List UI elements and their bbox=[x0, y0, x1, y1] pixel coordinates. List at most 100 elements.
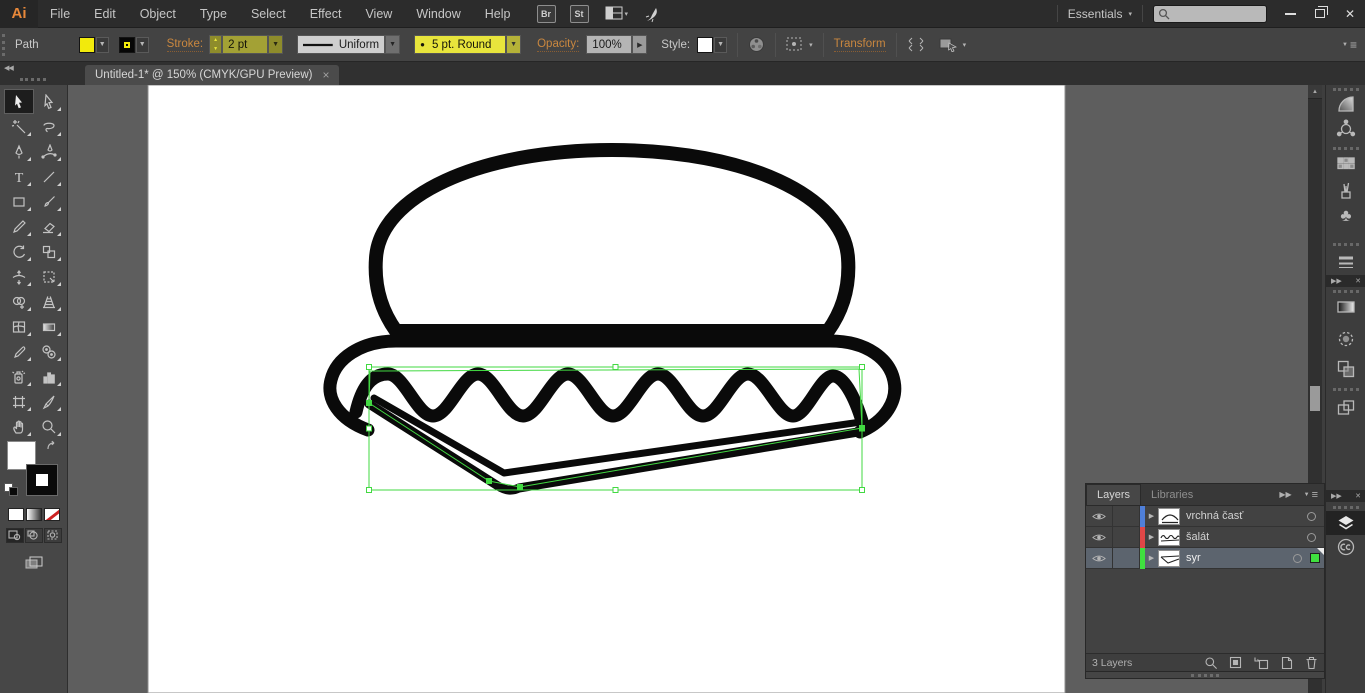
scale-tool[interactable] bbox=[34, 239, 64, 264]
collapse-panel-icon[interactable]: ▶▶ bbox=[1273, 484, 1297, 505]
tab-libraries[interactable]: Libraries bbox=[1141, 484, 1203, 505]
layer-thumbnail[interactable] bbox=[1158, 529, 1180, 546]
brushes-panel-icon[interactable] bbox=[1326, 180, 1365, 202]
target-circle[interactable] bbox=[1293, 554, 1302, 563]
stroke-dropdown[interactable]: ▼ bbox=[136, 37, 149, 53]
paintbrush-tool[interactable] bbox=[34, 189, 64, 214]
panel-menu-icon[interactable]: ▼ ≡ bbox=[1298, 484, 1324, 505]
target-circle[interactable] bbox=[1307, 533, 1316, 542]
stroke-panel-icon[interactable] bbox=[1326, 252, 1365, 272]
visibility-toggle[interactable] bbox=[1086, 527, 1113, 548]
dock-collapse-bar[interactable]: ▶▶ ✕ bbox=[1326, 490, 1365, 502]
visibility-toggle[interactable] bbox=[1086, 506, 1113, 527]
collapse-tooldock-icon[interactable]: ◀◀ bbox=[4, 64, 13, 72]
curvature-tool[interactable] bbox=[34, 139, 64, 164]
type-tool[interactable]: T bbox=[4, 164, 34, 189]
draw-normal-button[interactable] bbox=[6, 528, 24, 543]
stroke-chip[interactable] bbox=[27, 465, 57, 495]
stroke-panel-link[interactable]: Stroke: bbox=[167, 38, 203, 52]
none-button[interactable] bbox=[44, 508, 60, 521]
blend-tool[interactable] bbox=[34, 339, 64, 364]
make-clipping-mask-icon[interactable] bbox=[1229, 656, 1243, 670]
perspective-grid-tool[interactable] bbox=[34, 289, 64, 314]
dock-grip[interactable] bbox=[1333, 147, 1359, 150]
hand-tool[interactable] bbox=[4, 414, 34, 439]
select-similar-button[interactable]: ▾ bbox=[786, 37, 813, 52]
tab-close-icon[interactable]: × bbox=[322, 68, 329, 82]
color-guide-panel-icon[interactable] bbox=[1326, 118, 1365, 140]
tooldock-grip[interactable] bbox=[20, 78, 46, 81]
stroke-color-swatch[interactable] bbox=[119, 37, 135, 53]
artboards-panel-icon[interactable] bbox=[1326, 396, 1365, 420]
eyedropper-tool[interactable] bbox=[4, 339, 34, 364]
lock-toggle[interactable] bbox=[1113, 527, 1140, 548]
new-sublayer-icon[interactable] bbox=[1254, 656, 1269, 670]
lock-toggle[interactable] bbox=[1113, 506, 1140, 527]
stepper-down-icon[interactable]: ▼ bbox=[210, 45, 221, 54]
shape-builder-tool[interactable] bbox=[4, 289, 34, 314]
isolate-object-icon[interactable]: ▾ bbox=[939, 37, 967, 52]
menu-window[interactable]: Window bbox=[404, 0, 472, 28]
gradient-button[interactable] bbox=[26, 508, 42, 521]
lock-toggle[interactable] bbox=[1113, 548, 1140, 569]
stroke-weight-field[interactable]: 2 pt bbox=[222, 35, 268, 54]
artboard-tool[interactable] bbox=[4, 389, 34, 414]
slice-tool[interactable] bbox=[34, 389, 64, 414]
control-panel-menu[interactable]: ▼ ≡ bbox=[1342, 38, 1357, 52]
layer-name[interactable]: vrchná časť bbox=[1186, 510, 1307, 522]
layer-thumbnail[interactable] bbox=[1158, 508, 1180, 525]
expand-layer-icon[interactable]: ▶ bbox=[1145, 512, 1158, 520]
opacity-arrow[interactable]: ▶ bbox=[632, 35, 647, 54]
menu-object[interactable]: Object bbox=[128, 0, 188, 28]
minimize-button[interactable] bbox=[1275, 1, 1305, 27]
stroke-weight-dropdown[interactable]: ▼ bbox=[268, 35, 283, 54]
free-transform-tool[interactable] bbox=[34, 264, 64, 289]
selection-tool[interactable] bbox=[4, 89, 34, 114]
symbol-sprayer-tool[interactable] bbox=[4, 364, 34, 389]
workspace-switcher[interactable]: Essentials ▾ bbox=[1068, 7, 1132, 21]
width-tool[interactable] bbox=[4, 264, 34, 289]
close-dock-icon[interactable]: ✕ bbox=[1355, 492, 1361, 500]
menu-edit[interactable]: Edit bbox=[82, 0, 128, 28]
zoom-tool[interactable] bbox=[34, 414, 64, 439]
menu-file[interactable]: File bbox=[38, 0, 82, 28]
color-button[interactable] bbox=[8, 508, 24, 521]
swap-fill-stroke-icon[interactable] bbox=[46, 440, 60, 455]
expand-layer-icon[interactable]: ▶ bbox=[1145, 554, 1158, 562]
menu-view[interactable]: View bbox=[353, 0, 404, 28]
arrange-documents-button[interactable]: ▾ bbox=[605, 6, 629, 21]
expand-dock-icon[interactable]: ▶▶ bbox=[1331, 492, 1342, 500]
line-segment-tool[interactable] bbox=[34, 164, 64, 189]
layers-panel-resize-grip[interactable] bbox=[1085, 672, 1325, 679]
width-profile-field[interactable]: Uniform bbox=[297, 35, 385, 54]
style-dropdown[interactable]: ▼ bbox=[714, 37, 727, 53]
expand-dock-icon[interactable]: ▶▶ bbox=[1331, 277, 1342, 285]
layer-name[interactable]: syr bbox=[1186, 552, 1293, 564]
opacity-field[interactable]: 100% bbox=[586, 35, 632, 54]
close-dock-icon[interactable]: ✕ bbox=[1355, 277, 1361, 285]
layer-row-salat[interactable]: ▶ šalát bbox=[1086, 527, 1324, 548]
brush-definition-field[interactable]: ● 5 pt. Round bbox=[414, 35, 506, 54]
pencil-tool[interactable] bbox=[4, 214, 34, 239]
new-layer-icon[interactable] bbox=[1280, 656, 1294, 670]
scroll-up-icon[interactable]: ▲ bbox=[1308, 85, 1322, 99]
locate-object-icon[interactable] bbox=[1204, 656, 1218, 670]
dock-grip[interactable] bbox=[1333, 388, 1359, 391]
target-circle[interactable] bbox=[1307, 512, 1316, 521]
layer-name[interactable]: šalát bbox=[1186, 531, 1307, 543]
mesh-tool[interactable] bbox=[4, 314, 34, 339]
pen-tool[interactable] bbox=[4, 139, 34, 164]
dock-grip[interactable] bbox=[1333, 290, 1359, 293]
bridge-button[interactable]: Br bbox=[537, 5, 556, 23]
fill-dropdown[interactable]: ▼ bbox=[96, 37, 109, 53]
menu-select[interactable]: Select bbox=[239, 0, 298, 28]
menu-help[interactable]: Help bbox=[473, 0, 523, 28]
graphic-style-swatch[interactable] bbox=[697, 37, 713, 53]
brush-dropdown[interactable]: ▼ bbox=[506, 35, 521, 54]
menu-type[interactable]: Type bbox=[188, 0, 239, 28]
layer-row-vrchna-cast[interactable]: ▶ vrchná časť bbox=[1086, 506, 1324, 527]
scrollbar-thumb[interactable] bbox=[1310, 386, 1320, 411]
document-tab[interactable]: Untitled-1* @ 150% (CMYK/GPU Preview) × bbox=[85, 65, 339, 85]
recolor-artwork-button[interactable] bbox=[748, 36, 765, 53]
gpu-performance-icon[interactable] bbox=[644, 5, 662, 23]
